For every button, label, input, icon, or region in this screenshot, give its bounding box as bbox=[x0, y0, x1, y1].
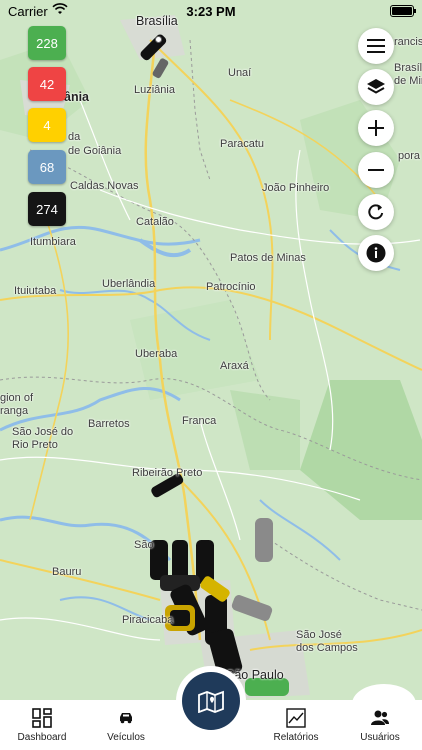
refresh-button[interactable] bbox=[358, 194, 394, 230]
city-label: São José do Rio Preto bbox=[12, 426, 74, 451]
city-label: rancis bbox=[394, 36, 422, 48]
nav-usuarios[interactable]: Usuários bbox=[338, 700, 422, 750]
city-label: Patrocínio bbox=[206, 281, 256, 293]
city-label: da bbox=[68, 131, 81, 143]
city-label: Barretos bbox=[88, 418, 130, 430]
city-label: Patos de Minas bbox=[230, 252, 306, 264]
counter-stopped[interactable]: 68 bbox=[28, 150, 66, 184]
map-route-icon bbox=[198, 690, 224, 713]
city-label: Franca bbox=[182, 415, 217, 427]
city-label: Paracatu bbox=[220, 138, 265, 150]
status-bar: Carrier 3:23 PM bbox=[0, 0, 422, 22]
counter-online[interactable]: 228 bbox=[28, 26, 66, 60]
nav-dashboard-label: Dashboard bbox=[17, 732, 67, 743]
counter-total[interactable]: 274 bbox=[28, 192, 66, 226]
refresh-icon bbox=[368, 204, 384, 220]
city-label: pora bbox=[398, 150, 421, 162]
cars-icon bbox=[120, 713, 132, 724]
dashboard-icon bbox=[32, 708, 52, 728]
nav-relatorios[interactable]: Relatórios bbox=[254, 700, 338, 750]
city-label: Ituiutaba bbox=[14, 285, 57, 297]
zoom-in-button[interactable] bbox=[358, 110, 394, 146]
city-label: gion of bbox=[0, 392, 34, 404]
city-label: ranga bbox=[0, 405, 29, 417]
city-label: ânia bbox=[64, 90, 90, 104]
city-label: Ribeirão Preto bbox=[132, 467, 203, 479]
city-label: Uberaba bbox=[135, 348, 178, 360]
city-label: São bbox=[134, 539, 154, 551]
chart-icon bbox=[286, 708, 306, 728]
city-label: Araxá bbox=[220, 360, 249, 372]
counter-offline[interactable]: 42 bbox=[28, 67, 66, 101]
nav-veiculos[interactable]: Veículos bbox=[84, 700, 168, 750]
city-label: Caldas Novas bbox=[70, 180, 139, 192]
menu-button[interactable] bbox=[358, 28, 394, 64]
zoom-out-icon bbox=[368, 169, 384, 171]
menu-icon bbox=[367, 39, 385, 53]
zoom-in-icon bbox=[368, 120, 384, 136]
info-button[interactable] bbox=[358, 235, 394, 271]
city-label: Piracicaba bbox=[122, 614, 174, 626]
counter-idle[interactable]: 4 bbox=[28, 108, 66, 142]
nav-veiculos-label: Veículos bbox=[107, 732, 145, 743]
nav-usuarios-label: Usuários bbox=[360, 732, 400, 743]
city-label: João Pinheiro bbox=[262, 182, 330, 194]
info-icon bbox=[366, 243, 386, 263]
zoom-out-button[interactable] bbox=[358, 152, 394, 188]
users-icon bbox=[371, 710, 389, 725]
map-view[interactable]: Brasília Luziânia Unaí ânia da de Goiâni… bbox=[0, 0, 422, 700]
city-label: Luziânia bbox=[134, 84, 175, 96]
city-label: Uberlândia bbox=[102, 278, 156, 290]
map-button[interactable] bbox=[182, 672, 240, 730]
city-label: São José dos Campos bbox=[296, 629, 358, 654]
layers-button[interactable] bbox=[358, 69, 394, 105]
city-label: Brasília de Mina bbox=[394, 62, 422, 87]
city-label: de Goiânia bbox=[68, 145, 122, 157]
map-canvas bbox=[0, 0, 422, 700]
nav-relatorios-label: Relatórios bbox=[273, 732, 319, 743]
city-label: Catalão bbox=[136, 216, 174, 228]
city-label: Unaí bbox=[228, 67, 252, 79]
map-fab-wrap bbox=[176, 666, 246, 736]
battery-icon bbox=[390, 5, 416, 17]
city-label: Itumbiara bbox=[30, 236, 76, 248]
city-label: Bauru bbox=[52, 566, 82, 578]
city-dot bbox=[155, 36, 162, 43]
layers-icon bbox=[367, 79, 385, 94]
clock: 3:23 PM bbox=[186, 4, 236, 19]
nav-dashboard[interactable]: Dashboard bbox=[0, 700, 84, 750]
